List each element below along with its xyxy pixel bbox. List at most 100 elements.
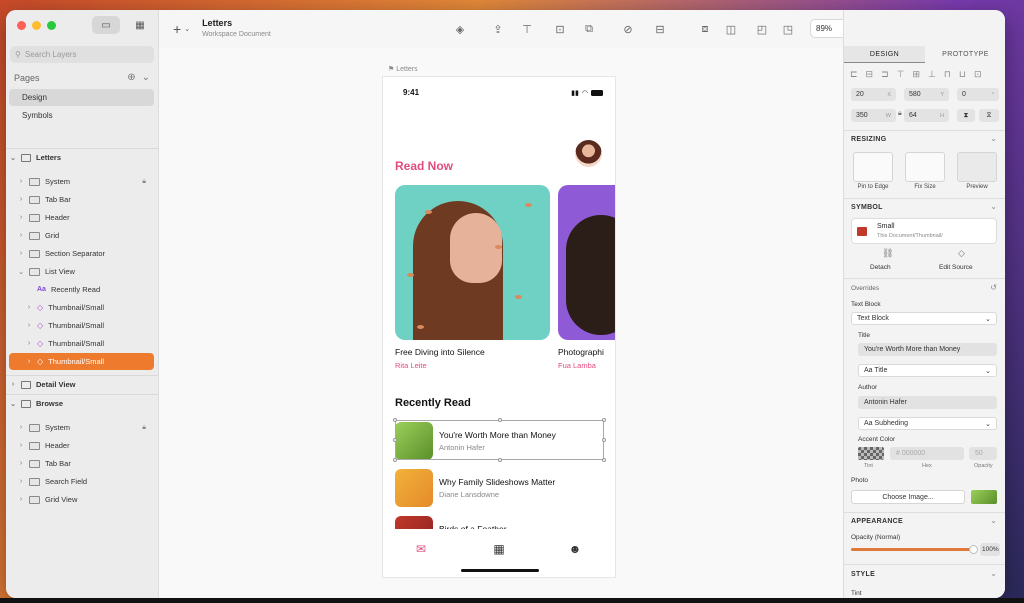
lock-icon[interactable]: 🔒︎ [142,424,146,432]
chevron-down-icon[interactable]: ⌄ [990,202,997,211]
hex-input[interactable]: # 000000 [890,447,964,460]
choose-image-button[interactable]: Choose Image... [851,490,965,504]
layer-thumbnail-small[interactable]: › ◇ Thumbnail/Small [9,317,154,334]
intersect-icon[interactable]: ◰ [755,22,769,36]
align-top-icon[interactable]: ⊤ [897,69,905,80]
layer-system[interactable]: › System 🔒︎ [9,173,154,190]
chevron-down-icon[interactable]: ⌄ [17,268,25,276]
minimize-window-button[interactable] [32,21,41,30]
layer-header[interactable]: › Header [9,209,154,226]
x-field[interactable]: 20 X [851,88,896,101]
align-right-icon[interactable]: ⊐ [881,69,889,80]
reset-icon[interactable]: ↺ [990,283,997,292]
chevron-right-icon[interactable]: › [9,381,17,388]
chevron-right-icon[interactable]: › [17,478,25,485]
canvas[interactable]: ⚑ Letters 9:41 ▮▮ ◠ Read Now Free Diving … [159,48,843,598]
layer-section-separator[interactable]: › Section Separator [9,245,154,262]
grid-icon[interactable]: ▦ [489,539,509,559]
chevron-right-icon[interactable]: › [17,424,25,431]
photo-thumbnail[interactable] [971,490,997,504]
tint-swatch[interactable] [858,447,884,460]
detach-icon[interactable]: ⛓ [882,248,893,259]
distribute-h-icon[interactable]: ⊓ [944,69,951,80]
layer-recently-read[interactable]: Aa Recently Read [9,281,154,298]
height-field[interactable]: 64 H [904,109,949,122]
layer-grid-view[interactable]: › Grid View [9,491,154,508]
chevron-right-icon[interactable]: › [17,232,25,239]
lock-icon[interactable]: 🔒︎ [898,110,902,118]
zoom-window-button[interactable] [47,21,56,30]
layer-tab-bar[interactable]: › Tab Bar [9,191,154,208]
chevron-down-icon[interactable]: ⌄ [990,516,997,525]
y-field[interactable]: 580 Y [904,88,949,101]
layer-tab-bar[interactable]: › Tab Bar [9,455,154,472]
layer-grid[interactable]: › Grid [9,227,154,244]
artboard-letters[interactable]: 9:41 ▮▮ ◠ Read Now Free Diving into Silen… [383,77,615,577]
chevron-right-icon[interactable]: › [17,196,25,203]
chevron-right-icon[interactable]: › [17,460,25,467]
opacity-input[interactable]: 50 [969,447,997,460]
layer-thumbnail-small-selected[interactable]: › ◇ Thumbnail/Small [9,353,154,370]
tab-design[interactable]: DESIGN [844,46,925,63]
title-override-input[interactable]: You're Worth More than Money [858,343,997,356]
subtract-icon[interactable]: ◫ [724,22,738,36]
close-window-button[interactable] [17,21,26,30]
layer-artboard-detail-view[interactable]: › Detail View [9,376,154,393]
people-icon[interactable]: ☻ [565,539,585,559]
symbol-selector[interactable]: Small This Document/Thumbnail/ [851,218,997,244]
chevron-right-icon[interactable]: › [17,496,25,503]
grid-view-icon[interactable]: ▦ [126,16,154,34]
artboard-label[interactable]: ⚑ Letters [388,65,418,73]
opacity-slider[interactable] [851,545,978,554]
layer-list-view[interactable]: ⌄ List View [9,263,154,280]
transform-icon[interactable]: ⊟ [653,22,667,36]
detach-button[interactable]: Detach [870,264,891,271]
author-style-select[interactable]: Aa Subheding ⌄ [858,417,997,430]
align-center-icon[interactable]: ⊟ [866,69,874,80]
layer-thumbnail-small[interactable]: › ◇ Thumbnail/Small [9,335,154,352]
chevron-down-icon[interactable]: ⌄ [9,400,17,408]
lock-icon[interactable]: 🔒︎ [142,178,146,186]
chevron-right-icon[interactable]: › [25,340,33,347]
opacity-blend-label[interactable]: Opacity (Normal) [851,534,900,541]
chevron-down-icon[interactable]: ⌄ [990,569,997,578]
edit-icon[interactable]: ⊘ [621,22,635,36]
layer-header[interactable]: › Header [9,437,154,454]
page-design[interactable]: Design [9,89,154,106]
author-override-input[interactable]: Antonin Hafer [858,396,997,409]
slider-handle[interactable] [969,545,978,554]
flip-v-icon[interactable]: ⧖ [979,109,999,122]
chevron-right-icon[interactable]: › [25,322,33,329]
chevron-right-icon[interactable]: › [25,358,33,365]
layer-system[interactable]: › System 🔒︎ [9,419,154,436]
opacity-percent-input[interactable]: 100% [980,543,1000,556]
chevron-right-icon[interactable]: › [17,250,25,257]
distribute-v-icon[interactable]: ⊔ [959,69,966,80]
search-layers-input[interactable]: ⚲ Search Layers [10,46,154,63]
align-left-icon[interactable]: ⊏ [850,69,858,80]
tab-prototype[interactable]: PROTOTYPE [925,46,1005,63]
difference-icon[interactable]: ◳ [781,22,795,36]
pin-to-edge-control[interactable] [853,152,893,182]
chevron-down-icon[interactable]: ⌄ [990,134,997,143]
selection-box[interactable] [393,418,606,462]
upload-icon[interactable]: ⇪ [491,22,505,36]
page-symbols[interactable]: Symbols [9,107,154,124]
layer-thumbnail-small[interactable]: › ◇ Thumbnail/Small [9,299,154,316]
fix-size-control[interactable] [905,152,945,182]
text-block-select[interactable]: Text Block ⌄ [851,312,997,325]
chevron-right-icon[interactable]: › [17,442,25,449]
tidy-icon[interactable]: ⊡ [974,69,982,80]
chevron-down-icon[interactable]: ⌄ [142,72,150,83]
title-style-select[interactable]: Aa Title ⌄ [858,364,997,377]
sidebar-toggle-icon[interactable]: ▭ [92,16,120,34]
scale-icon[interactable]: ⧉ [582,22,596,36]
chevron-right-icon[interactable]: › [25,304,33,311]
add-page-icon[interactable]: ⊕ [127,72,135,83]
symbol-create-icon[interactable]: ◈ [453,22,467,36]
insert-button[interactable]: + ⌄ [173,21,190,37]
union-icon[interactable]: ⧈ [698,22,712,36]
align-bottom-icon[interactable]: ⊥ [928,69,936,80]
edit-source-button[interactable]: Edit Source [939,264,973,271]
stamp-icon[interactable]: ⊤ [520,22,534,36]
